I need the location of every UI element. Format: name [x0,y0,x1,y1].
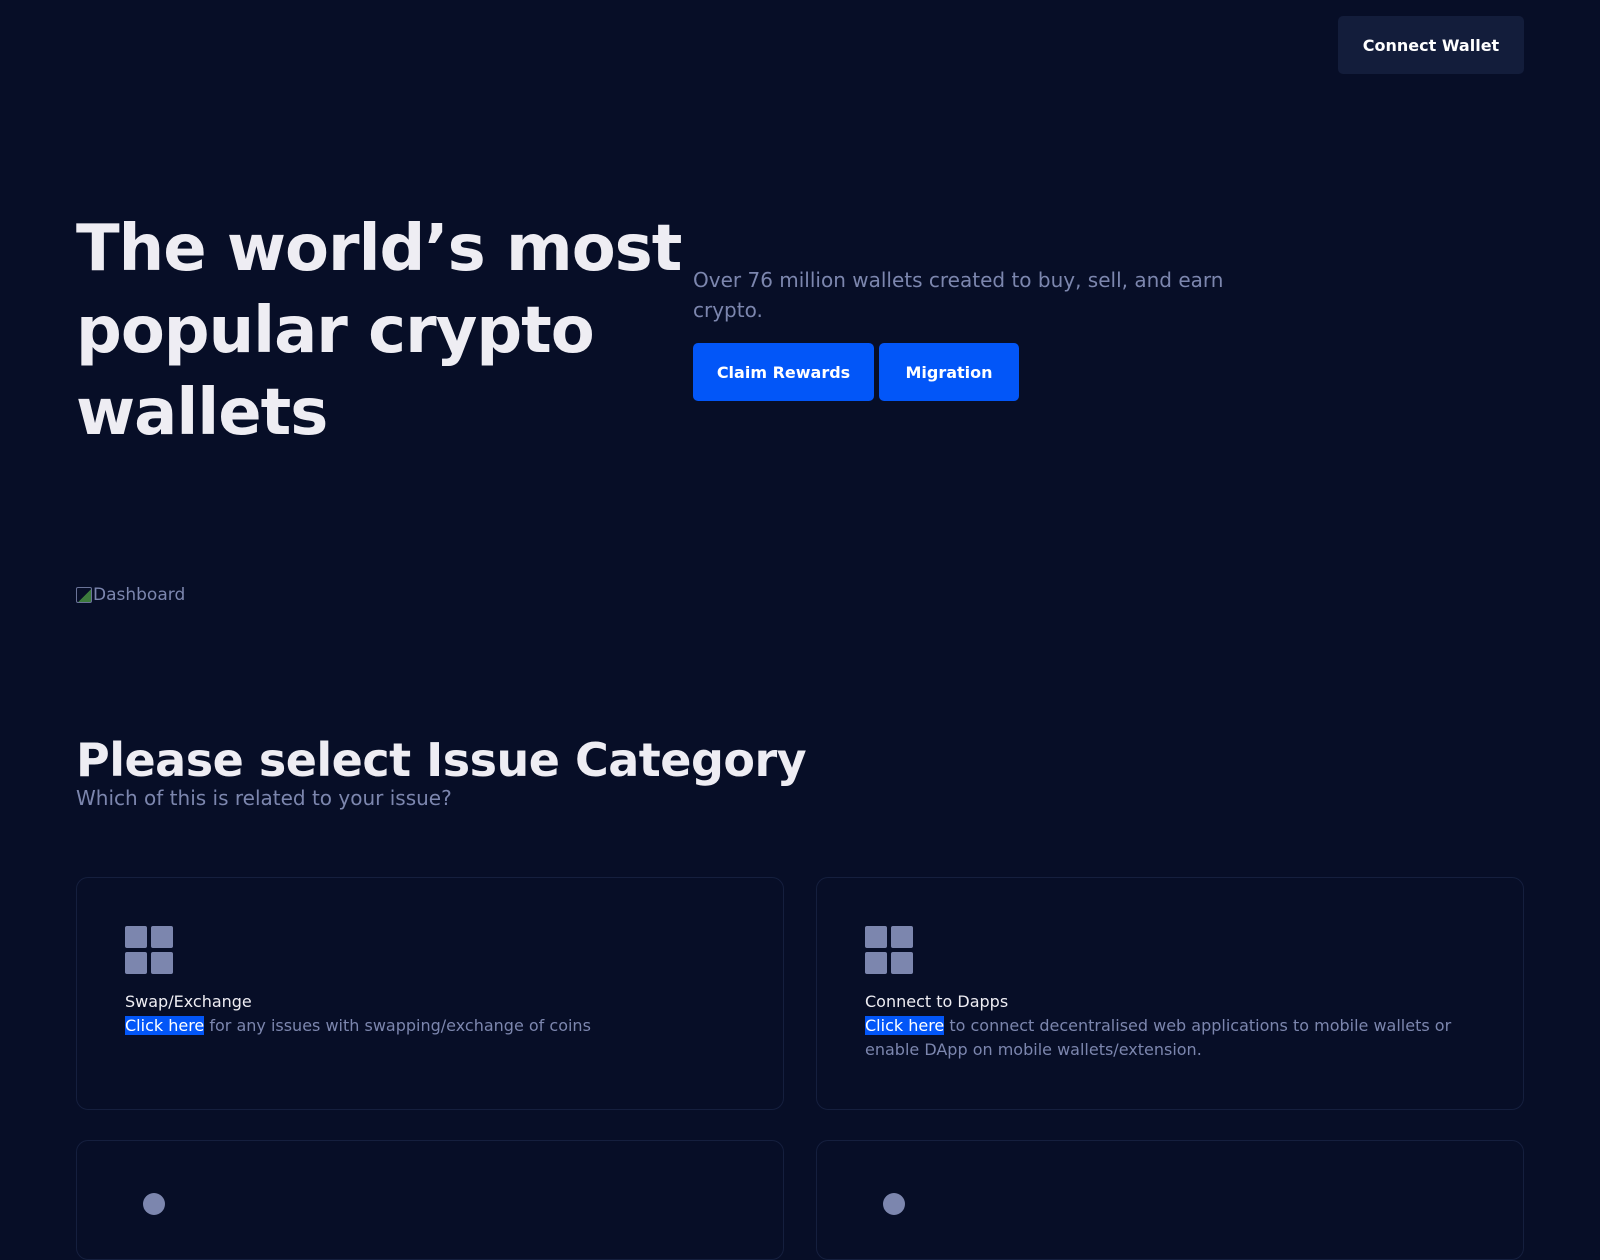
hero-title: The world’s most popular crypto wallets [76,212,682,450]
connect-dapps-card[interactable]: Connect to Dapps Click here to connect d… [816,877,1524,1110]
click-here-link[interactable]: Click here [125,1016,205,1035]
broken-image-icon [76,587,92,603]
card-description: Click here to connect decentralised web … [865,1014,1485,1062]
card-title: Connect to Dapps [865,992,1009,1011]
swap-exchange-card[interactable]: Swap/Exchange Click here for any issues … [76,877,784,1110]
circle-icon [143,1193,165,1215]
card-description: Click here for any issues with swapping/… [125,1014,745,1038]
card-description-text: for any issues with swapping/exchange of… [204,1016,591,1035]
circle-icon [883,1193,905,1215]
hero-button-group: Claim Rewards Migration [693,343,1019,401]
card-description-text: to connect decentralised web application… [865,1016,1452,1059]
hero-subtitle: Over 76 million wallets created to buy, … [693,268,1224,322]
issue-category-subtitle: Which of this is related to your issue? [76,786,452,810]
claim-rewards-button[interactable]: Claim Rewards [693,343,874,401]
issue-card[interactable] [76,1140,784,1260]
issue-category-title: Please select Issue Category [76,733,807,787]
issue-card[interactable] [816,1140,1524,1260]
connect-wallet-button[interactable]: Connect Wallet [1338,16,1524,74]
click-here-link[interactable]: Click here [865,1016,945,1035]
dashboard-image-alt: Dashboard [93,585,186,605]
dashboard-image: Dashboard [76,585,185,605]
card-title: Swap/Exchange [125,992,252,1011]
grid-icon [125,926,173,974]
migration-button[interactable]: Migration [879,343,1019,401]
grid-icon [865,926,913,974]
